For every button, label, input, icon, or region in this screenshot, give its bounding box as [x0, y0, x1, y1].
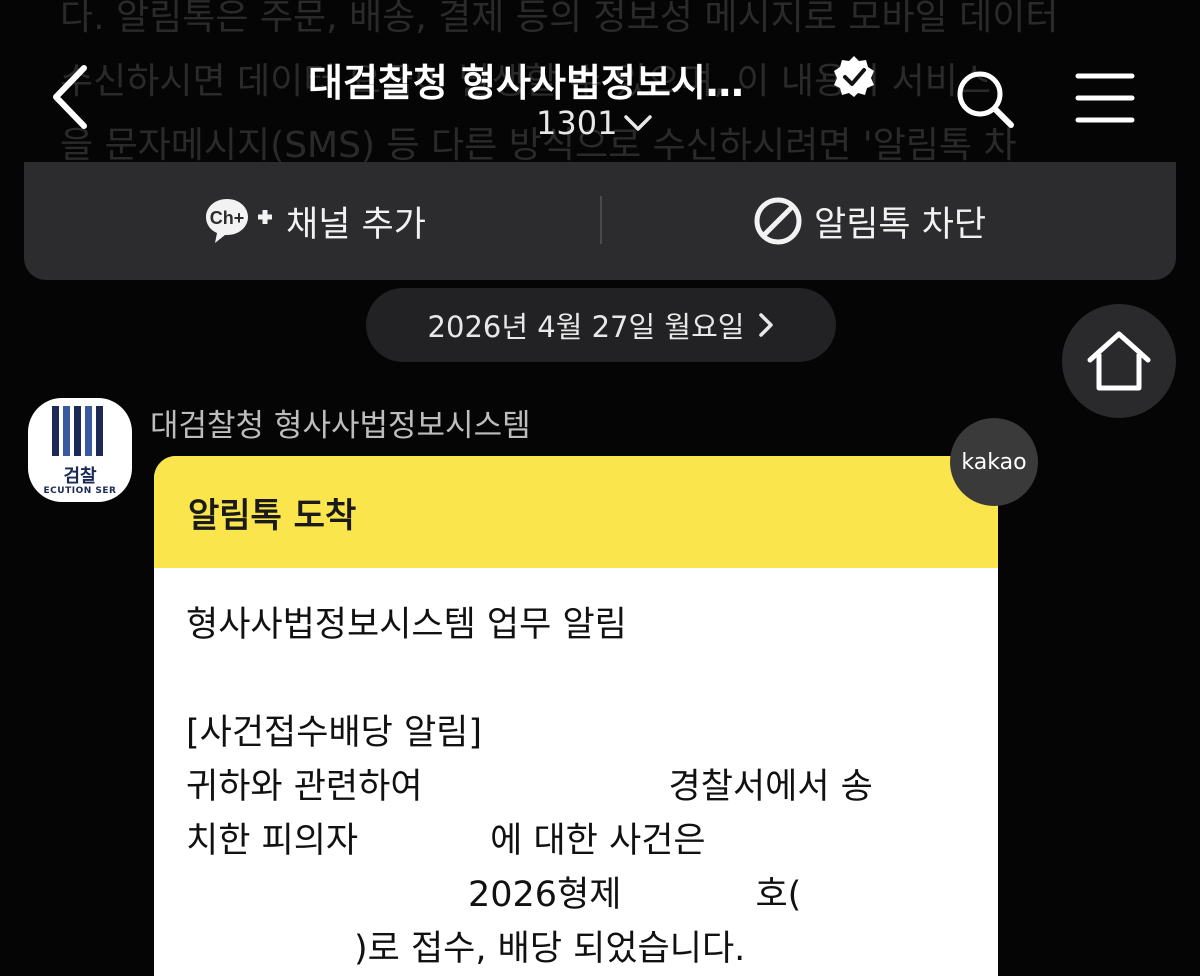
search-icon	[957, 71, 1014, 128]
chat-header: 대검찰청 형사사법정보시… 1301	[0, 0, 1200, 160]
menu-button[interactable]	[1074, 70, 1136, 126]
sender-avatar[interactable]: 검찰 ECUTION SER	[28, 398, 132, 502]
add-channel-label: 채널 추가	[286, 204, 426, 245]
sender-name: 대검찰청 형사사법정보시스템	[150, 408, 531, 444]
chevron-left-icon	[53, 65, 87, 129]
message-bubble[interactable]: 알림톡 도착 형사사법정보시스템 업무 알림 [사건접수배당 알림] 귀하와 관…	[154, 456, 998, 976]
message-line: [사건접수배당 알림]	[186, 713, 483, 753]
message-fragment: )로 접수, 배당 되었습니다.	[354, 929, 746, 969]
hamburger-menu-icon	[1075, 73, 1135, 123]
add-channel-button[interactable]: Ch+ 채널 추가	[202, 162, 426, 280]
message-line: 2026형제 호(	[186, 868, 998, 922]
message-body: 형사사법정보시스템 업무 알림 [사건접수배당 알림] 귀하와 관련하여 경찰서에…	[154, 568, 998, 976]
avatar-subtext: ECUTION SER	[43, 486, 117, 496]
back-button[interactable]	[46, 62, 96, 132]
channel-subtitle-toggle[interactable]: 1301	[536, 104, 653, 142]
channel-action-bar: Ch+ 채널 추가 알림톡 차단	[24, 162, 1176, 280]
chevron-down-icon	[624, 115, 653, 131]
block-icon	[754, 197, 802, 245]
message-fragment: 호(	[755, 875, 802, 915]
channel-number: 1301	[536, 104, 618, 142]
block-notification-button[interactable]: 알림톡 차단	[752, 162, 986, 280]
home-button[interactable]	[1062, 304, 1176, 418]
channel-title: 대검찰청 형사사법정보시…	[308, 61, 744, 105]
message-header: 알림톡 도착	[154, 456, 998, 568]
avatar-text: 검찰	[63, 466, 97, 487]
date-separator[interactable]: 2026년 4월 27일 월요일	[366, 288, 836, 362]
search-button[interactable]	[954, 68, 1016, 130]
message-fragment: 치한 피의자	[186, 821, 359, 861]
channel-add-icon: Ch+	[206, 199, 272, 243]
kakao-badge: kakao	[950, 418, 1038, 506]
block-notification-label: 알림톡 차단	[814, 204, 987, 245]
message-line: 귀하와 관련하여 경찰서에서 송	[186, 760, 998, 814]
message-fragment: 2026형제	[468, 875, 622, 915]
chevron-right-icon	[759, 313, 774, 337]
prosecution-logo-icon	[52, 406, 103, 456]
date-label: 2026년 4월 27일 월요일	[427, 310, 745, 344]
message-line: 치한 피의자 에 대한 사건은	[186, 814, 998, 868]
message-fragment: 귀하와 관련하여	[186, 767, 423, 807]
message-fragment: 에 대한 사건은	[490, 821, 706, 861]
verified-badge-icon	[832, 54, 876, 98]
message-fragment: 경찰서에서 송	[668, 767, 873, 807]
channel-add-icon-text: Ch+	[210, 208, 245, 228]
action-divider	[600, 196, 602, 244]
message-line: 형사사법정보시스템 업무 알림	[186, 605, 627, 645]
home-icon	[1087, 331, 1151, 391]
